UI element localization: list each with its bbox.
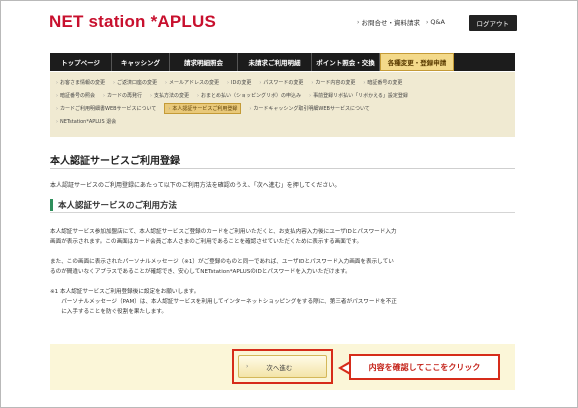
arrow-right-icon: › <box>425 18 429 26</box>
arrow-right-icon: › <box>103 92 106 99</box>
subnav-item-label: カードご利用明細書WEBサービスについて <box>60 106 157 112</box>
main-nav: トップページ キャッシング 請求明細照会 未請求ご利用明細 ポイント照会・交換 各種変更・… <box>50 53 515 71</box>
subnav-item-label: IDの変更 <box>231 80 252 86</box>
arrow-right-icon: › <box>56 79 58 86</box>
subnav-row: › NETstation*APLUS 退会 <box>56 115 509 128</box>
subnav-item-label: お客さま情報の変更 <box>60 80 106 86</box>
next-button[interactable]: › 次へ進む <box>238 355 327 378</box>
subnav-item[interactable]: › カードキャッシング取引明細WEBサービスについて <box>249 105 370 113</box>
subnav-item[interactable]: › 本人認証サービスご利用登録 <box>164 103 242 114</box>
nav-item[interactable]: キャッシング <box>112 53 170 71</box>
arrow-right-icon: › <box>311 79 314 86</box>
arrow-right-icon: › <box>249 105 252 112</box>
callout-hint: 内容を確認してここをクリック <box>349 354 500 380</box>
arrow-right-icon: › <box>113 79 116 86</box>
note-line: ※1 本人認証サービスご利用登録後に設定をお願いします。 <box>50 289 200 295</box>
faq-link[interactable]: › Q&A <box>426 18 445 26</box>
arrow-right-icon: › <box>56 105 58 112</box>
note-line: に入手することを防ぐ役割を果たします。 <box>50 309 167 315</box>
subnav-item-label: カードの再発行 <box>107 93 143 99</box>
arrow-right-icon: › <box>168 105 171 112</box>
subnav-item[interactable]: › NETstation*APLUS 退会 <box>56 118 117 126</box>
header-links: › お問合せ・資料請求 › Q&A <box>357 17 445 27</box>
usage-paragraph-line: るのが間違いなくアプラスであることが確認でき、安心してNETstation*AP… <box>50 269 351 275</box>
section-title: 本人認証サービスのご利用方法 <box>58 201 178 211</box>
subnav-item-label: 暗証番号の変更 <box>367 80 403 86</box>
next-button-label: 次へ進む <box>266 363 293 372</box>
arrow-right-icon: › <box>197 92 200 99</box>
arrow-right-icon: › <box>309 92 312 99</box>
nav-item[interactable]: 各種変更・登録申請 <box>380 53 454 71</box>
subnav-item-label: 支払方法の変更 <box>154 93 190 99</box>
arrow-right-icon: › <box>259 79 262 86</box>
sub-nav: › お客さま情報の変更 › ご返済口座の変更 › メールアドレスの変更 › IDの変更 › パスワ… <box>50 72 515 137</box>
brand-logo[interactable]: NET station *APLUS <box>49 12 216 32</box>
logout-button[interactable]: ログアウト <box>468 15 517 31</box>
subnav-item[interactable]: › カードご利用明細書WEBサービスについて <box>56 105 157 113</box>
subnav-item[interactable]: › パスワードの変更 <box>259 79 304 87</box>
subnav-item-label: NETstation*APLUS 退会 <box>60 119 117 125</box>
nav-item[interactable]: トップページ <box>50 53 112 71</box>
page-title: 本人認証サービスご利用登録 <box>50 156 180 167</box>
subnav-item-label: メールアドレスの変更 <box>169 80 220 86</box>
section-header: 本人認証サービスのご利用方法 <box>50 197 515 213</box>
subnav-item-label: ご返済口座の変更 <box>117 80 158 86</box>
subnav-item[interactable]: › 支払方法の変更 <box>150 92 190 100</box>
arrow-right-icon: › <box>56 118 58 125</box>
subnav-item-label: カード内容の変更 <box>315 80 356 86</box>
nav-item[interactable]: 未請求ご利用明細 <box>238 53 312 71</box>
subnav-item-label: カードキャッシング取引明細WEBサービスについて <box>253 106 370 112</box>
arrow-right-icon: › <box>246 363 249 370</box>
subnav-item[interactable]: › ご返済口座の変更 <box>113 79 158 87</box>
subnav-item[interactable]: › おまとめ払い（ショッピングリボ）の申込み <box>197 92 302 100</box>
intro-text: 本人認証サービスのご利用登録にあたって以下のご利用方法を確認のうえ、「次へ進む」… <box>50 182 341 189</box>
note-line: パーソナルメッセージ（PAM）は、本人認証サービスを利用してインターネットショッ… <box>50 299 397 305</box>
faq-link-label: Q&A <box>430 18 445 26</box>
arrow-right-icon: › <box>363 79 366 86</box>
usage-paragraph-line: また、この画面に表示されたパーソナルメッセージ（※1）がご登録のものと同一であれ… <box>50 259 394 265</box>
subnav-row: › お客さま情報の変更 › ご返済口座の変更 › メールアドレスの変更 › IDの変更 › パスワ… <box>56 76 509 89</box>
subnav-item-label: おまとめ払い（ショッピングリボ）の申込み <box>201 93 302 99</box>
subnav-row: › カードご利用明細書WEBサービスについて › 本人認証サービスご利用登録 › カードキ… <box>56 102 509 115</box>
arrow-right-icon: › <box>227 79 230 86</box>
subnav-item[interactable]: › 暗証番号の照会 <box>56 92 96 100</box>
contact-link[interactable]: › お問合せ・資料請求 <box>357 17 420 28</box>
arrow-right-icon: › <box>56 92 58 99</box>
subnav-item[interactable]: › カード内容の変更 <box>311 79 356 87</box>
subnav-item-label: パスワードの変更 <box>263 80 304 86</box>
nav-item[interactable]: 請求明細照会 <box>170 53 238 71</box>
subnav-item[interactable]: › お客さま情報の変更 <box>56 79 106 87</box>
subnav-item[interactable]: › メールアドレスの変更 <box>165 79 220 87</box>
arrow-right-icon: › <box>165 79 168 86</box>
subnav-row: › 暗証番号の照会 › カードの再発行 › 支払方法の変更 › おまとめ払い（ショッピングリボ… <box>56 89 509 102</box>
section-accent-bar <box>50 199 53 211</box>
page-frame: NET station *APLUS › お問合せ・資料請求 › Q&A ログア… <box>0 0 578 408</box>
subnav-item-label: 事前登録リボ払い「リボかえる」設定登録 <box>313 93 408 99</box>
usage-paragraph-line: 本人認証サービス参加加盟店にて、本人認証サービスご登録のカードをご利用いただくと… <box>50 229 397 235</box>
subnav-item-label: 本人認証サービスご利用登録 <box>172 106 238 112</box>
subnav-item-label: 暗証番号の照会 <box>60 93 96 99</box>
title-divider <box>50 168 515 169</box>
subnav-item[interactable]: › 事前登録リボ払い「リボかえる」設定登録 <box>309 92 408 100</box>
usage-paragraph-line: 画面が表示されます。この画面はカード会員ご本人さまのご利用であることを確認させて… <box>50 239 363 245</box>
subnav-item[interactable]: › 暗証番号の変更 <box>363 79 403 87</box>
subnav-item[interactable]: › IDの変更 <box>227 79 252 87</box>
nav-item[interactable]: ポイント照会・交換 <box>312 53 380 71</box>
arrow-right-icon: › <box>150 92 153 99</box>
arrow-right-icon: › <box>357 18 360 26</box>
contact-link-label: お問合せ・資料請求 <box>361 19 420 27</box>
subnav-item[interactable]: › カードの再発行 <box>103 92 143 100</box>
